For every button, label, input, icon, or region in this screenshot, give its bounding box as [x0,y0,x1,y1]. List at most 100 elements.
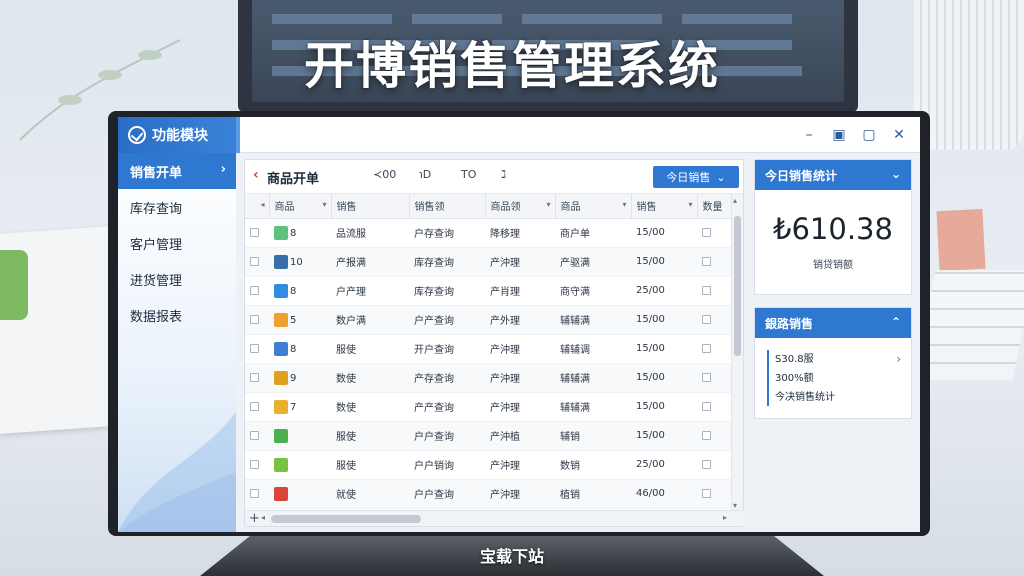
app-title-block: 功能模块 [118,117,236,153]
tip-line: 300%额 [775,373,814,384]
table-row[interactable]: 7 数使 产产查询 产沖理 辅辅满 15/00 [245,392,733,422]
row-select-cell[interactable] [245,450,269,480]
table-row[interactable]: 服使 户户销询 产沖理 数销 25/00 [245,450,733,480]
product-icon [274,486,288,501]
row-flag-cell[interactable] [697,392,733,422]
back-arrow-icon[interactable]: ‹ [253,167,259,183]
table-row[interactable]: 10 产报满 库存查询 产沖理 产驱满 15/00 [245,247,733,277]
product-cell: 5 [269,305,331,335]
column-header[interactable]: 商品 ▾ [555,194,632,219]
table-cell: 植销 [555,479,631,509]
table-row[interactable]: 8 户产理 库存查询 产肖理 商守满 25/00 [245,276,733,306]
column-header[interactable]: 商品领 ▾ [485,194,556,219]
row-flag-cell[interactable] [697,247,733,277]
row-flag-checkbox[interactable] [702,314,711,324]
table-cell: 开户查询 [409,334,485,364]
row-checkbox[interactable] [250,459,259,469]
plus-icon[interactable]: + [249,511,260,526]
row-flag-checkbox[interactable] [702,285,711,295]
row-select-cell[interactable] [245,363,269,393]
row-flag-cell[interactable] [697,305,733,335]
row-flag-checkbox[interactable] [702,459,711,469]
sidebar-item-sales-order[interactable]: 销售开单 › [118,153,236,189]
tips-card-header[interactable]: 銀路销售 ⌃ [755,308,911,338]
toolbar-button-1[interactable]: ≺00 [373,168,396,181]
row-flag-cell[interactable] [697,363,733,393]
row-flag-checkbox[interactable] [702,430,711,440]
row-flag-cell[interactable] [697,479,733,509]
card-title: 銀路销售 [765,316,814,331]
today-sales-dropdown[interactable]: 今日销售 ⌄ [653,166,739,188]
maximize-button[interactable]: ▢ [854,117,884,153]
column-header-select[interactable]: ◂ [245,194,270,219]
row-checkbox[interactable] [250,285,259,295]
table-row[interactable]: 9 数使 产存查询 产沖理 辅辅满 15/00 [245,363,733,393]
column-header[interactable]: 销售 ▾ [631,194,698,219]
row-select-cell[interactable] [245,276,269,306]
row-flag-checkbox[interactable] [702,256,711,266]
row-select-cell[interactable] [245,334,269,364]
table-cell: 库存查询 [409,276,485,306]
row-select-cell[interactable] [245,421,269,451]
row-checkbox[interactable] [250,430,259,440]
toolbar-button-2[interactable]: ℩D [419,168,431,181]
column-header[interactable]: 商品 ▾ [269,194,332,219]
row-checkbox[interactable] [250,314,259,324]
row-checkbox[interactable] [250,372,259,382]
row-flag-cell[interactable] [697,421,733,451]
table-cell: 产沖理 [485,334,555,364]
table-row[interactable]: 5 数户满 户产查询 产外理 辅辅满 15/00 [245,305,733,335]
column-header[interactable]: 销售领 [409,194,486,219]
row-flag-checkbox[interactable] [702,343,711,353]
sidebar-item-inventory[interactable]: 库存查询 [118,189,236,225]
table-row[interactable]: 8 品流服 户存查询 降移理 商户单 15/00 [245,218,733,248]
row-flag-checkbox[interactable] [702,227,711,237]
row-select-cell[interactable] [245,479,269,509]
row-checkbox[interactable] [250,227,259,237]
table-cell: 数销 [555,450,631,480]
column-header[interactable]: 数量 [697,194,733,219]
table-row[interactable]: 8 服使 开户查询 产沖理 辅辅调 15/00 [245,334,733,364]
row-flag-checkbox[interactable] [702,488,711,498]
close-button[interactable]: ✕ [884,117,914,153]
sidebar-item-customers[interactable]: 客户管理 [118,225,236,261]
column-header[interactable]: 销售 [331,194,410,219]
order-panel: ‹ 商品开单 ≺00 ℩D TO ℷ 今日销售 ⌄ ◂ 商品 ▾ 销售 销售领 … [244,159,745,527]
row-select-cell[interactable] [245,392,269,422]
background-sticky-note [936,208,986,272]
horizontal-scrollbar[interactable]: + ◂ ▸ [245,510,745,526]
scroll-down-icon[interactable]: ▾ [733,501,737,510]
horizontal-scroll-thumb[interactable] [271,515,421,523]
sidebar-item-reports[interactable]: 数据报表 [118,297,236,333]
toolbar-button-4[interactable]: ℷ [501,168,506,181]
row-flag-checkbox[interactable] [702,372,711,382]
row-select-cell[interactable] [245,247,269,277]
minimize-button[interactable]: – [794,117,824,153]
vertical-scrollbar[interactable]: ▴ ▾ [731,194,743,512]
row-flag-cell[interactable] [697,218,733,248]
today-sales-card-header[interactable]: 今日销售统计 ⌄ [755,160,911,190]
tips-list[interactable]: S30.8服 300%额 今决销售统计 › [767,350,911,406]
sidebar-item-purchasing[interactable]: 进货管理 [118,261,236,297]
table-cell: 数使 [331,392,409,422]
toolbar-button-3[interactable]: TO [461,168,476,181]
row-checkbox[interactable] [250,401,259,411]
vertical-scroll-thumb[interactable] [734,216,741,356]
scroll-left-icon[interactable]: ◂ [261,513,265,522]
row-checkbox[interactable] [250,343,259,353]
product-icon [274,225,288,240]
row-select-cell[interactable] [245,218,269,248]
restore-button[interactable]: ▣ [824,117,854,153]
table-row[interactable]: 就使 户户查询 产沖理 植销 46/00 [245,479,733,509]
app-title: 功能模块 [152,128,208,144]
row-flag-cell[interactable] [697,334,733,364]
row-flag-cell[interactable] [697,450,733,480]
row-flag-cell[interactable] [697,276,733,306]
scroll-up-icon[interactable]: ▴ [733,196,737,205]
row-flag-checkbox[interactable] [702,401,711,411]
row-checkbox[interactable] [250,488,259,498]
table-row[interactable]: 服使 户户查询 产沖植 辅销 15/00 [245,421,733,451]
row-checkbox[interactable] [250,256,259,266]
row-select-cell[interactable] [245,305,269,335]
scroll-right-icon[interactable]: ▸ [723,513,727,522]
